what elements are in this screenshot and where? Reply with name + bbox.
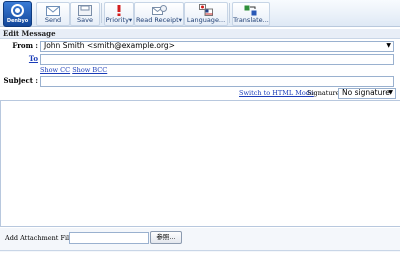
show-cc-link[interactable]: Show CC — [40, 66, 70, 74]
send-button[interactable]: Send — [36, 2, 70, 26]
switch-html-mode-text[interactable]: Switch to HTML Mode — [239, 89, 314, 97]
flag-icon — [199, 4, 213, 16]
translate-icon — [244, 5, 257, 16]
read-receipt-label: Read Receipt▾ — [136, 16, 182, 24]
from-label: From : — [12, 41, 38, 50]
from-value: John Smith <smith@example.org> — [44, 41, 175, 50]
to-label[interactable]: To — [0, 55, 38, 63]
show-bcc-link[interactable]: Show BCC — [72, 66, 107, 74]
bottom-divider — [0, 250, 400, 251]
priority-icon — [117, 5, 121, 16]
to-link[interactable]: To — [29, 54, 38, 63]
read-receipt-button[interactable]: Read Receipt▾ — [134, 2, 184, 26]
toolbar-separator — [101, 3, 102, 23]
subject-label: Subject : — [3, 76, 38, 85]
send-label: Send — [44, 16, 62, 24]
cc-bcc-links: Show CC Show BCC — [40, 66, 107, 74]
toolbar: Denbyo Send Save Priority▾ Read Receipt▾ — [0, 0, 400, 27]
chevron-down-icon: ▼ — [388, 89, 393, 96]
subject-input[interactable] — [40, 76, 394, 87]
section-header: Edit Message — [0, 29, 400, 39]
language-label: Language... — [186, 16, 226, 24]
toolbar-separator — [229, 3, 230, 23]
section-title: Edit Message — [3, 29, 56, 38]
attachment-label: Add Attachment File : — [5, 234, 78, 242]
translate-label: Translate... — [233, 16, 269, 24]
signature-select[interactable]: No signature ▼ — [338, 88, 396, 99]
language-button[interactable]: Language... — [184, 2, 228, 26]
logo-text: Denbyo — [6, 18, 29, 24]
attachment-file-input[interactable] — [69, 232, 149, 244]
message-body-editor[interactable] — [0, 100, 400, 227]
from-select[interactable]: John Smith <smith@example.org> ▼ — [40, 41, 394, 52]
attachment-bar: Add Attachment File : 参照... — [0, 228, 400, 252]
read-receipt-icon — [152, 5, 167, 15]
save-button[interactable]: Save — [70, 2, 100, 26]
logo-icon — [11, 4, 24, 17]
app-logo[interactable]: Denbyo — [3, 1, 32, 27]
save-label: Save — [77, 16, 93, 24]
to-input[interactable] — [40, 54, 394, 65]
send-icon — [46, 6, 60, 16]
translate-button[interactable]: Translate... — [232, 2, 270, 26]
signature-value: No signature — [342, 88, 390, 97]
browse-button[interactable]: 参照... — [150, 231, 182, 244]
save-icon — [78, 5, 92, 16]
priority-button[interactable]: Priority▾ — [104, 2, 134, 26]
chevron-down-icon: ▼ — [386, 42, 391, 49]
switch-html-mode-link[interactable]: Switch to HTML Mode — [239, 89, 314, 97]
priority-label: Priority▾ — [105, 16, 133, 24]
